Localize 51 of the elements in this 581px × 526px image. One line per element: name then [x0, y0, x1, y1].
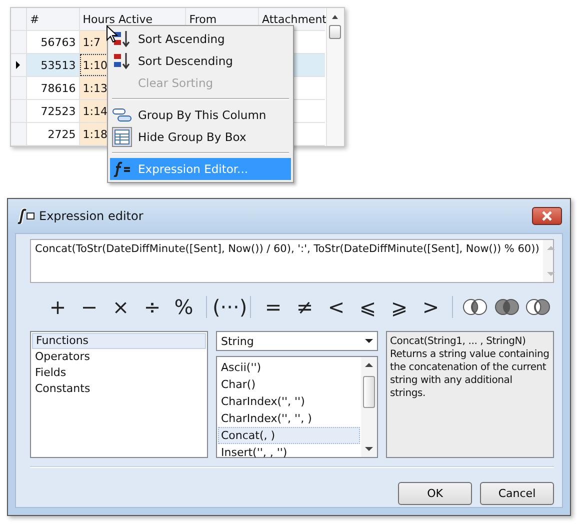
operator-button[interactable]: ÷	[136, 295, 168, 319]
operator-button[interactable]: ⩽	[352, 295, 384, 319]
scrollbar[interactable]	[361, 357, 377, 457]
cancel-button[interactable]: Cancel	[480, 482, 554, 505]
list-item[interactable]: CharIndex('', '')	[218, 393, 360, 410]
scroll-thumb[interactable]	[363, 376, 375, 408]
scroll-down-icon[interactable]	[365, 447, 373, 451]
list-item[interactable]: Constants	[32, 381, 206, 397]
operator-button[interactable]: −	[74, 295, 105, 319]
function-icon	[113, 161, 131, 177]
scroll-thumb[interactable]	[329, 25, 341, 39]
operator-button[interactable]: <	[320, 295, 352, 319]
category-dropdown[interactable]: String	[216, 331, 378, 351]
table-icon	[112, 127, 132, 147]
list-item[interactable]: Insert('', , '')	[218, 444, 360, 461]
function-description: Returns a string value containing the concatenation of the current string with any additional strings.	[390, 348, 550, 400]
ok-button[interactable]: OK	[398, 482, 472, 505]
overlapping-circles-icon	[494, 298, 520, 316]
operator-button[interactable]: +	[42, 295, 74, 319]
sort-descending-icon	[112, 52, 132, 70]
list-item[interactable]: Char()	[218, 376, 360, 393]
scrollbar[interactable]	[326, 8, 344, 146]
sort-ascending-icon	[112, 30, 132, 48]
overlapping-circles-icon	[462, 298, 488, 316]
operator-button[interactable]: ⩾	[383, 295, 415, 319]
expression-text: Concat(ToStr(DateDiffMinute([Sent], Now()) / 60), ':', ToStr(DateDiffMinute([Sent], Now()) % 60))	[34, 242, 540, 257]
close-icon	[541, 211, 553, 221]
list-item[interactable]: CharIndex('', '', )	[218, 410, 360, 427]
function-signature: Concat(String1, ... , StringN)	[390, 335, 527, 348]
list-item[interactable]: Operators	[32, 349, 206, 365]
row-indicator-icon	[16, 61, 20, 69]
scroll-up-icon[interactable]	[332, 15, 338, 19]
list-item[interactable]: Concat(, )	[218, 427, 360, 444]
operator-button[interactable]: (···)	[212, 295, 244, 319]
expression-field[interactable]: Concat(ToStr(DateDiffMinute([Sent], Now()) / 60), ':', ToStr(DateDiffMinute([Sent], Now()) % 60))	[30, 239, 554, 283]
operator-button[interactable]: =	[257, 295, 289, 319]
scroll-up-icon[interactable]	[365, 363, 373, 367]
operator-button[interactable]: ×	[105, 295, 136, 319]
dropdown-arrow-icon	[365, 339, 373, 343]
group-icon	[112, 107, 132, 123]
function-icon	[17, 208, 35, 224]
overlapping-circles-icon	[525, 298, 552, 316]
window-title: Expression editor	[39, 209, 144, 223]
list-item[interactable]: Functions	[32, 333, 206, 349]
close-button[interactable]	[532, 207, 562, 225]
operator-button[interactable]: %	[168, 295, 200, 319]
list-item[interactable]: Ascii('')	[218, 359, 360, 376]
column-header[interactable]: #	[26, 8, 80, 30]
operator-button[interactable]: ≠	[288, 295, 320, 319]
list-item[interactable]: Fields	[32, 365, 206, 381]
operator-button[interactable]: >	[414, 295, 446, 319]
